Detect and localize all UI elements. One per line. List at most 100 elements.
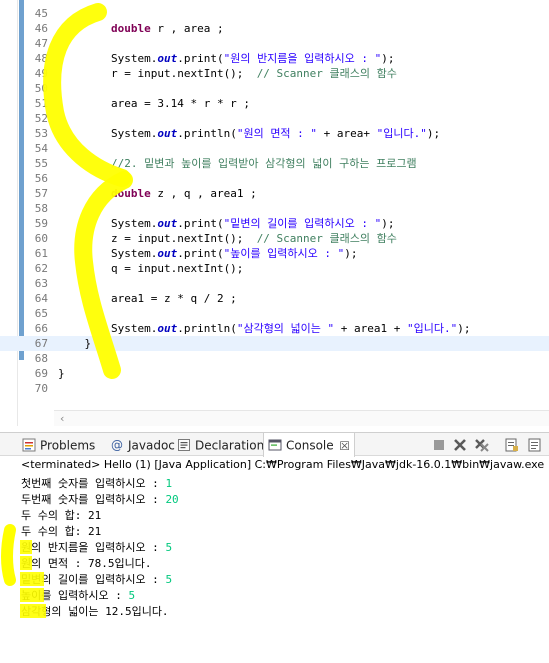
code-line[interactable]: 48 System.out.print("원의 반지름을 입력하시오 : ");: [0, 51, 549, 66]
code-token: .print(: [177, 247, 224, 260]
console-user-input: 5: [165, 573, 173, 586]
code-line[interactable]: 68: [0, 351, 549, 366]
code-line[interactable]: 56: [0, 171, 549, 186]
code-token: area = 3.14 * r * r ;: [58, 97, 251, 110]
code-text: area = 3.14 * r * r ;: [58, 96, 250, 111]
code-token: }: [58, 367, 65, 380]
code-token: );: [381, 52, 395, 65]
code-line[interactable]: 62 q = input.nextInt();: [0, 261, 549, 276]
tab-declaration[interactable]: Declaration: [173, 433, 264, 457]
code-token: double: [110, 22, 151, 35]
code-token: //2. 밑변과 높이를 입력받아 삼각형의 넓이 구하는 프로그램: [110, 157, 417, 170]
code-line[interactable]: 70: [0, 381, 549, 396]
horizontal-scrollbar[interactable]: ‹: [54, 410, 549, 426]
console-output-line: 높이를 입력하시오 : 5: [21, 588, 135, 604]
code-editor[interactable]: 45 46 double r , area ; 47 48 System.out.pr…: [0, 0, 549, 426]
console-user-input: 20: [165, 493, 179, 506]
close-icon[interactable]: ☒: [338, 434, 352, 458]
code-token: "입니다.": [407, 322, 458, 335]
code-line[interactable]: 60 z = input.nextInt(); // Scanner 클래스의 …: [0, 231, 549, 246]
tab-javadoc[interactable]: @ Javadoc: [106, 433, 175, 457]
code-token: "입니다.": [376, 127, 427, 140]
code-line[interactable]: 49 r = input.nextInt(); // Scanner 클래스의 …: [0, 66, 549, 81]
code-line[interactable]: 61 System.out.print("높이를 입력하시오 : ");: [0, 246, 549, 261]
code-line[interactable]: 65: [0, 306, 549, 321]
tab-console[interactable]: Console ☒: [263, 433, 355, 457]
code-token: out: [157, 247, 178, 260]
line-number: 65: [34, 307, 48, 320]
code-token: out: [157, 127, 178, 140]
console-user-input: 5: [165, 541, 173, 554]
code-line[interactable]: 67 }: [0, 336, 549, 351]
code-token: area1 = z * q / 2 ;: [58, 292, 237, 305]
code-text: area1 = z * q / 2 ;: [58, 291, 237, 306]
scroll-lock-icon[interactable]: [504, 437, 520, 453]
remove-all-terminated-icon[interactable]: [474, 437, 490, 453]
console-output-line: 두 수의 합: 21: [21, 524, 101, 540]
code-token: }: [58, 337, 92, 350]
code-token: );: [457, 322, 471, 335]
code-line[interactable]: 55 //2. 밑변과 높이를 입력받아 삼각형의 넓이 구하는 프로그램: [0, 156, 549, 171]
console-output-line: 원의 면적 : 78.5입니다.: [21, 556, 151, 572]
code-token: .println(: [177, 322, 237, 335]
code-line[interactable]: 53 System.out.println("원의 면적 : " + area+…: [0, 126, 549, 141]
terminate-icon[interactable]: [431, 437, 447, 453]
line-number: 54: [34, 142, 48, 155]
code-token: r = input.nextInt();: [58, 67, 257, 80]
code-line[interactable]: 50: [0, 81, 549, 96]
code-token: // Scanner 클래스의 함수: [256, 67, 397, 80]
line-number: 66: [34, 322, 48, 335]
code-token: z = input.nextInt();: [58, 232, 257, 245]
tab-javadoc-label: Javadoc: [128, 438, 175, 453]
console-output-text: 높이를 입력하시오 :: [21, 589, 129, 602]
line-number: 57: [34, 187, 48, 200]
code-line[interactable]: 59 System.out.print("밑변의 길이를 입력하시오 : ");: [0, 216, 549, 231]
line-number: 61: [34, 247, 48, 260]
tab-declaration-label: Declaration: [195, 438, 265, 453]
line-number: 50: [34, 82, 48, 95]
code-token: out: [157, 322, 178, 335]
code-token: "높이를 입력하시오 : ": [223, 247, 345, 260]
view-tab-bar: Problems @ Javadoc Declaration Console ☒: [0, 432, 549, 457]
console-output-text: 두 수의 합: 21: [21, 509, 102, 522]
code-line[interactable]: 54: [0, 141, 549, 156]
code-token: System.: [58, 52, 158, 65]
word-wrap-icon[interactable]: [527, 437, 543, 453]
code-token: System.: [58, 247, 158, 260]
console-status-line: <terminated> Hello (1) [Java Application…: [21, 458, 549, 471]
code-line[interactable]: 52: [0, 111, 549, 126]
code-line[interactable]: 63: [0, 276, 549, 291]
code-line[interactable]: 45: [0, 6, 549, 21]
tab-problems[interactable]: Problems: [18, 433, 95, 457]
code-token: "원의 반지름을 입력하시오 : ": [223, 52, 382, 65]
line-number: 59: [34, 217, 48, 230]
console-output-text: 두 수의 합: 21: [21, 525, 102, 538]
code-token: // Scanner 클래스의 함수: [256, 232, 397, 245]
scroll-left-icon[interactable]: ‹: [60, 411, 64, 426]
code-token: out: [157, 217, 178, 230]
code-text: System.out.print("원의 반지름을 입력하시오 : ");: [58, 51, 395, 66]
code-line[interactable]: 58: [0, 201, 549, 216]
code-line[interactable]: 51 area = 3.14 * r * r ;: [0, 96, 549, 111]
console-output[interactable]: 첫번째 숫자를 입력하시오 : 1 두번째 숫자를 입력하시오 : 20 두 수의 …: [0, 475, 549, 663]
console-output-text: 원의 면적 : 78.5입니다.: [21, 557, 152, 570]
code-line[interactable]: 46 double r , area ;: [0, 21, 549, 36]
line-number: 69: [34, 367, 48, 380]
line-number: 48: [34, 52, 48, 65]
code-token: .println(: [177, 127, 237, 140]
code-line[interactable]: 64 area1 = z * q / 2 ;: [0, 291, 549, 306]
code-line[interactable]: 57 double z , q , area1 ;: [0, 186, 549, 201]
code-text: double r , area ;: [58, 21, 224, 36]
line-number: 68: [34, 352, 48, 365]
code-line[interactable]: 69}: [0, 366, 549, 381]
code-line[interactable]: 66 System.out.println("삼각형의 넓이는 " + area…: [0, 321, 549, 336]
code-line[interactable]: 47: [0, 36, 549, 51]
console-output-text: 밑변의 길이를 입력하시오 :: [21, 573, 166, 586]
console-output-text: 삼각형의 넓이는 12.5입니다.: [21, 605, 169, 618]
code-token: "밑변의 길이를 입력하시오 : ": [223, 217, 382, 230]
code-token: "원의 면적 : ": [236, 127, 318, 140]
code-token: + area+: [317, 127, 377, 140]
remove-launch-icon[interactable]: [452, 437, 468, 453]
